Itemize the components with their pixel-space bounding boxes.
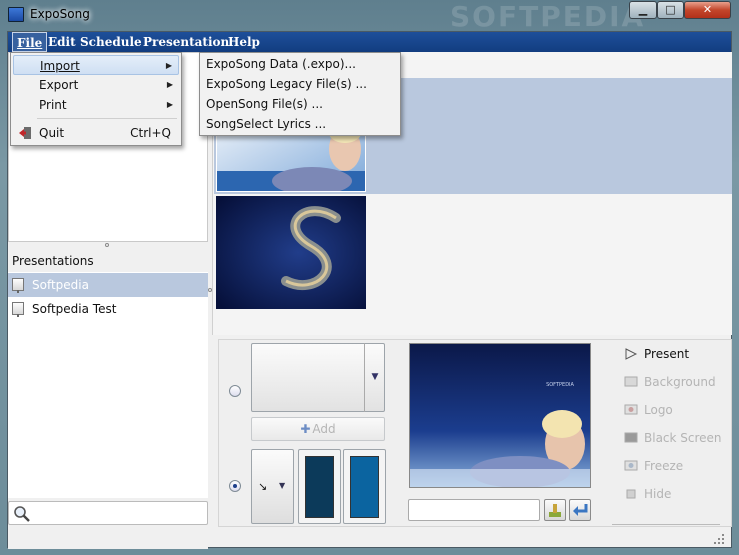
presentation-label: Softpedia <box>32 278 89 292</box>
chevron-right-icon: ▶ <box>166 80 173 89</box>
chevron-right-icon: ▶ <box>166 100 173 109</box>
option-radio-2[interactable] <box>229 480 241 492</box>
logo-icon <box>624 404 638 415</box>
menu-edit[interactable]: Edit <box>44 32 80 52</box>
close-button[interactable]: ✕ <box>684 1 731 19</box>
watermark-text: SOFTPEDIA <box>450 0 646 33</box>
maximize-button[interactable]: □ <box>657 1 684 19</box>
chevron-down-icon[interactable]: ▼ <box>364 343 385 412</box>
logo-button[interactable]: Logo <box>622 398 673 422</box>
quit-shortcut: Ctrl+Q <box>130 126 171 140</box>
plus-icon: ✚ <box>300 422 311 436</box>
present-button[interactable]: Present <box>622 342 689 366</box>
add-button[interactable]: ✚ Add <box>251 417 385 441</box>
live-preview: SOFTPEDIA <box>409 343 591 488</box>
splitter-handle[interactable] <box>105 243 109 247</box>
window-title: ExpoSong <box>30 7 90 21</box>
import-expo-data[interactable]: ExpoSong Data (.expo)... <box>202 54 398 74</box>
color-swatch-light[interactable] <box>343 449 386 524</box>
background-label: Background <box>644 375 716 389</box>
vertical-splitter-handle[interactable] <box>208 288 212 292</box>
black-screen-icon <box>624 432 638 443</box>
close-icon: ✕ <box>702 3 713 16</box>
menu-file[interactable]: File <box>12 32 48 52</box>
search-field[interactable] <box>8 501 208 525</box>
presentation-icon <box>12 302 24 317</box>
menu-item-quit[interactable]: Quit Ctrl+Q <box>13 123 179 143</box>
add-button-label: Add <box>312 422 336 436</box>
list-item[interactable]: Softpedia Test <box>8 297 208 321</box>
divider <box>612 524 720 525</box>
list-item[interactable]: Softpedia <box>8 273 208 297</box>
transition-dropdown[interactable]: ↘ ▼ <box>251 449 294 524</box>
logo-label: Logo <box>644 403 673 417</box>
import-submenu: ExpoSong Data (.expo)... ExpoSong Legacy… <box>199 52 401 136</box>
menu-help[interactable]: Help <box>224 32 264 52</box>
hide-label: Hide <box>644 487 672 501</box>
resize-grip-icon[interactable] <box>710 530 726 546</box>
color-swatch-dark[interactable] <box>298 449 341 524</box>
background-button[interactable]: Background <box>622 370 716 394</box>
search-icon <box>14 506 30 522</box>
apply-button[interactable] <box>544 499 566 521</box>
import-legacy-files[interactable]: ExpoSong Legacy File(s) ... <box>202 74 398 94</box>
freeze-icon <box>624 460 638 471</box>
minimize-icon: ▁ <box>638 3 648 16</box>
maximize-icon: □ <box>665 3 676 16</box>
slide-thumbnail[interactable] <box>216 196 366 309</box>
stamp-icon <box>549 504 561 517</box>
freeze-button[interactable]: Freeze <box>622 454 683 478</box>
hide-button[interactable]: Hide <box>622 482 671 506</box>
freeze-label: Freeze <box>644 459 684 473</box>
import-opensong-files[interactable]: OpenSong File(s) ... <box>202 94 398 114</box>
chevron-right-icon: ▶ <box>165 61 172 70</box>
minimize-button[interactable]: ▁ <box>629 1 657 19</box>
option-radio-1[interactable] <box>229 385 241 397</box>
menu-presentation[interactable]: Presentation <box>139 32 233 52</box>
arrow-icon: ↘ <box>258 480 268 493</box>
presentations-header: Presentations <box>12 254 94 268</box>
menu-schedule[interactable]: Schedule <box>76 32 146 52</box>
chevron-down-icon: ▼ <box>279 481 286 490</box>
black-screen-label: Black Screen <box>644 431 722 445</box>
black-screen-button[interactable]: Black Screen <box>622 426 722 450</box>
background-icon <box>624 376 638 387</box>
hide-icon <box>626 489 636 499</box>
enter-icon <box>573 504 588 516</box>
preview-overlay-text: SOFTPEDIA <box>546 382 574 388</box>
app-icon <box>8 7 24 22</box>
menu-separator <box>37 118 177 119</box>
file-menu-dropdown: Import ▶ Export ▶ Print ▶ Quit Ctrl+Q <box>10 52 182 146</box>
menu-item-export[interactable]: Export ▶ <box>13 75 179 95</box>
menu-item-import[interactable]: Import ▶ <box>13 55 179 75</box>
menu-item-print[interactable]: Print ▶ <box>13 95 179 115</box>
quit-icon <box>19 127 31 139</box>
presentations-list[interactable]: Softpedia Softpedia Test <box>8 272 208 498</box>
present-label: Present <box>644 347 690 361</box>
import-songselect-lyrics[interactable]: SongSelect Lyrics ... <box>202 114 398 134</box>
enter-button[interactable] <box>569 499 591 521</box>
presentation-icon <box>12 278 24 293</box>
title-bar[interactable]: ExpoSong SOFTPEDIA ▁ □ ✕ <box>0 0 739 33</box>
presentation-label: Softpedia Test <box>32 302 117 316</box>
play-icon <box>625 348 638 360</box>
menu-bar: File Edit Schedule Presentation Help <box>8 32 731 52</box>
preview-text-input[interactable] <box>408 499 540 521</box>
